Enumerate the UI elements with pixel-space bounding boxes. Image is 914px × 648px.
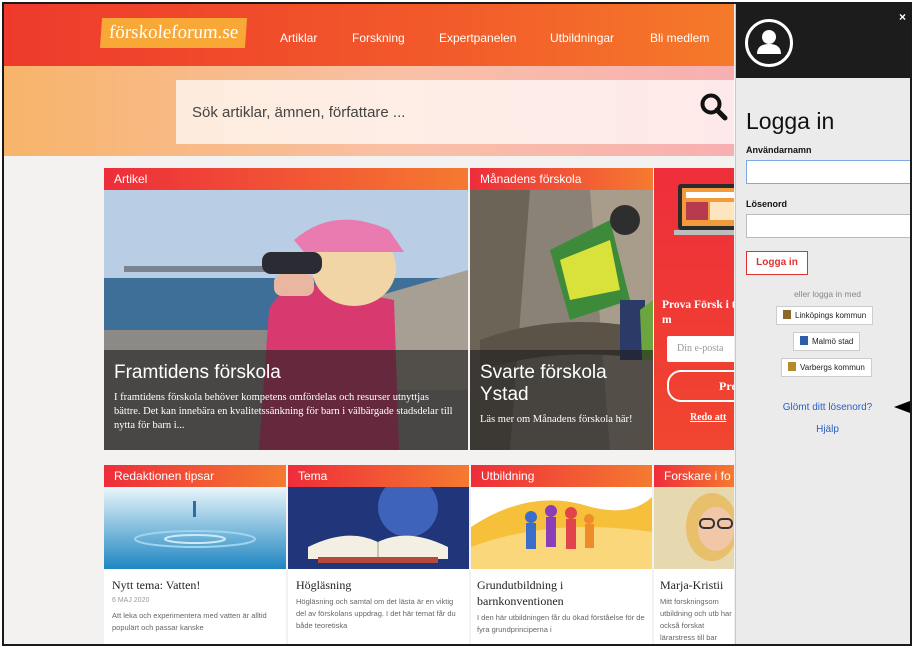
sso-varberg-button[interactable]: Varbergs kommun <box>781 358 872 377</box>
card-excerpt: Att leka och experimentera med vatten är… <box>112 611 267 632</box>
card-excerpt: Mitt forskningsom utbildning och utb har… <box>660 597 732 642</box>
promo-submit-button[interactable]: Pro <box>667 370 734 402</box>
search-input[interactable]: Sök artiklar, ämnen, författare ... <box>176 80 736 144</box>
page: förskoleforum.se Artiklar Forskning Expe… <box>0 0 914 648</box>
user-icon <box>757 30 781 54</box>
featured-excerpt: I framtidens förskola behöver kompetens … <box>114 392 453 431</box>
featured-title: Svarte förskola Ystad <box>480 362 607 405</box>
card-title: Högläsning <box>296 578 352 592</box>
help-link[interactable]: Hjälp <box>736 424 910 435</box>
featured-overlay: Framtidens förskola I framtidens förskol… <box>104 350 468 450</box>
featured-title: Framtidens förskola <box>114 362 281 383</box>
card-body: Marja-Kristii Mitt forskningsom utbildni… <box>654 569 734 644</box>
sso-label: Varbergs kommun <box>800 363 865 372</box>
card-title: Marja-Kristii <box>660 578 724 592</box>
promo-title: Prova Försk i två m <box>662 299 734 326</box>
children-silhouettes-illustration <box>471 487 652 569</box>
sso-label: Linköpings kommun <box>795 311 867 320</box>
nav-expertpanelen[interactable]: Expertpanelen <box>439 31 516 45</box>
category-label: Tema <box>288 465 469 487</box>
featured-overlay: Svarte förskola Ystad Läs mer om Månaden… <box>470 350 653 450</box>
login-button[interactable]: Logga in <box>746 251 808 275</box>
sso-malmo-button[interactable]: Malmö stad <box>793 332 861 351</box>
nav-artiklar[interactable]: Artiklar <box>280 31 317 45</box>
card-body: Högläsning Högläsning och samtal om det … <box>288 569 469 644</box>
login-title: Logga in <box>746 108 835 134</box>
card-excerpt: I den här utbildningen får du ökad först… <box>477 613 645 634</box>
trial-promo-card: Prova Försk i två m Din e-posta Pro Redo… <box>654 168 734 450</box>
nav-bli-medlem[interactable]: Bli medlem <box>650 31 709 45</box>
pointer-arrow-icon <box>894 401 910 413</box>
card-excerpt: Högläsning och samtal om det lästa är en… <box>296 597 456 630</box>
user-avatar-icon <box>745 19 793 67</box>
password-input[interactable] <box>746 214 910 238</box>
login-panel-header: × <box>736 4 910 78</box>
card-body: Nytt tema: Vatten! 6 MAJ 2020 Att leka o… <box>104 569 286 644</box>
username-input[interactable] <box>746 160 910 184</box>
coat-of-arms-icon <box>783 310 791 319</box>
coat-of-arms-icon <box>788 362 796 371</box>
username-label: Användarnamn <box>746 145 812 155</box>
researcher-portrait-photo <box>654 487 734 569</box>
card-title: Nytt tema: Vatten! <box>112 578 201 592</box>
card-title: Grundutbildning i barnkonventionen <box>477 578 564 608</box>
category-label: Redaktionen tipsar <box>104 465 286 487</box>
open-book-photo <box>288 487 469 569</box>
category-label: Forskare i fo <box>654 465 734 487</box>
category-label: Månadens förskola <box>470 168 653 190</box>
browser-viewport: förskoleforum.se Artiklar Forskning Expe… <box>2 2 912 646</box>
search-placeholder: Sök artiklar, ämnen, författare ... <box>192 104 406 121</box>
featured-excerpt: Läs mer om Månadens förskola här! <box>480 414 633 425</box>
coat-of-arms-icon <box>800 336 808 345</box>
promo-link[interactable]: Redo att <box>690 412 726 423</box>
category-label: Utbildning <box>471 465 652 487</box>
forgot-password-link[interactable]: Glömt ditt lösenord? <box>736 402 910 413</box>
sso-linkoping-button[interactable]: Linköpings kommun <box>776 306 874 325</box>
login-panel: × Logga in Användarnamn Lösenord Logga i… <box>735 4 910 644</box>
top-navigation: förskoleforum.se Artiklar Forskning Expe… <box>4 4 734 66</box>
sso-hint: eller logga in med <box>793 289 862 299</box>
card-body: Grundutbildning i barnkonventionen I den… <box>471 569 652 644</box>
promo-email-input[interactable]: Din e-posta <box>667 336 734 362</box>
close-icon[interactable]: × <box>899 10 906 24</box>
nav-utbildningar[interactable]: Utbildningar <box>550 31 614 45</box>
nav-forskning[interactable]: Forskning <box>352 31 405 45</box>
card-date: 6 MAJ 2020 <box>112 597 150 604</box>
search-icon[interactable] <box>700 93 728 121</box>
laptop-illustration <box>674 184 734 235</box>
sso-label: Malmö stad <box>812 337 854 346</box>
site-logo[interactable]: förskoleforum.se <box>99 18 248 48</box>
password-label: Lösenord <box>746 199 788 209</box>
category-label: Artikel <box>104 168 468 190</box>
water-drop-photo <box>104 487 286 569</box>
